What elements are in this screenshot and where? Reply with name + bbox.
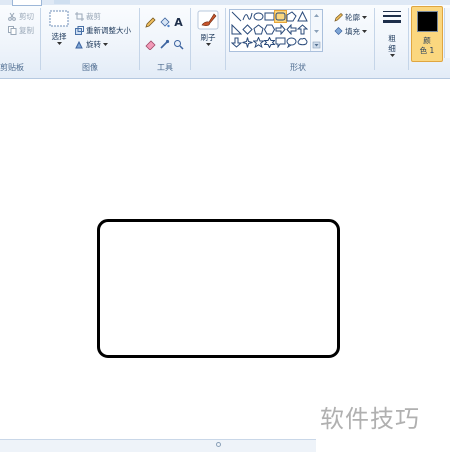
line-width-icon xyxy=(383,11,401,23)
color-picker-icon[interactable] xyxy=(158,38,171,50)
chevron-down-icon xyxy=(56,42,62,45)
text-tool-icon[interactable]: A xyxy=(172,16,185,29)
rounded-rectangle-drawn-shape[interactable] xyxy=(97,219,340,358)
group-divider xyxy=(225,8,226,70)
fill-bucket-icon[interactable] xyxy=(158,16,171,28)
select-button[interactable]: 选择 xyxy=(47,10,71,45)
resize-icon xyxy=(75,26,84,35)
watermark-text: 软件技巧 xyxy=(320,405,420,433)
fill-label: 填充 xyxy=(345,27,360,36)
crop-label: 裁剪 xyxy=(86,12,101,21)
fill-button[interactable]: 填充 xyxy=(334,26,367,37)
diamond-shape-icon[interactable] xyxy=(242,24,253,35)
canvas-bottom-bar xyxy=(0,439,316,452)
rounded-rectangle-shape-icon[interactable] xyxy=(274,10,287,23)
shapes-gallery xyxy=(229,9,323,52)
cut-label: 剪切 xyxy=(19,12,34,21)
five-point-star-shape-icon[interactable] xyxy=(252,36,265,49)
tools-group-label: 工具 xyxy=(157,63,173,72)
size-label-line1: 粗 xyxy=(388,34,396,43)
shapes-group-label: 形状 xyxy=(290,63,306,72)
copy-icon xyxy=(8,26,17,35)
size-button[interactable]: 粗 细 xyxy=(380,10,404,57)
tab-home[interactable] xyxy=(12,0,42,6)
color2-button[interactable] xyxy=(444,8,450,58)
pencil-icon[interactable] xyxy=(144,16,157,28)
eraser-icon[interactable] xyxy=(144,38,157,50)
outline-button[interactable]: 轮廓 xyxy=(334,12,367,23)
oval-shape-icon[interactable] xyxy=(253,11,264,22)
chevron-down-icon xyxy=(205,43,211,46)
magnifier-icon[interactable] xyxy=(172,38,185,50)
right-arrow-shape-icon[interactable] xyxy=(275,23,286,36)
group-divider xyxy=(40,8,41,70)
hexagon-shape-icon[interactable] xyxy=(263,24,276,35)
shapes-scrollbar[interactable] xyxy=(310,10,322,51)
cloud-callout-shape-icon[interactable] xyxy=(297,37,308,48)
resize-handle[interactable] xyxy=(216,442,221,447)
oval-callout-shape-icon[interactable] xyxy=(286,37,297,49)
chevron-down-icon xyxy=(362,16,367,19)
chevron-down-icon xyxy=(362,30,367,33)
resize-label: 重新调整大小 xyxy=(86,26,131,35)
fill-bucket-icon xyxy=(334,27,343,36)
chevron-down-icon xyxy=(103,43,108,46)
brush-icon xyxy=(197,10,219,30)
pentagon-shape-icon[interactable] xyxy=(253,24,264,35)
color1-swatch xyxy=(417,11,438,32)
scroll-arrows-icon xyxy=(312,14,321,49)
right-triangle-shape-icon[interactable] xyxy=(231,23,243,35)
select-icon xyxy=(49,10,69,27)
polygon-shape-icon[interactable] xyxy=(286,11,297,22)
select-label: 选择 xyxy=(51,32,67,41)
image-group-label: 图像 xyxy=(82,63,98,72)
clipboard-group-label: 剪贴板 xyxy=(0,63,24,72)
scissors-icon xyxy=(8,12,17,21)
triangle-shape-icon[interactable] xyxy=(297,10,308,22)
rect-callout-shape-icon[interactable] xyxy=(275,37,286,49)
rotate-button[interactable]: 旋转 xyxy=(75,39,108,50)
six-point-star-shape-icon[interactable] xyxy=(263,36,276,49)
group-divider xyxy=(139,8,140,70)
color1-label-line2: 色 1 xyxy=(419,46,435,55)
color1-button[interactable]: 颜 色 1 xyxy=(411,6,443,62)
outline-label: 轮廓 xyxy=(345,13,360,22)
brushes-label: 刷子 xyxy=(200,33,216,42)
crop-icon xyxy=(75,12,84,21)
tab-view[interactable] xyxy=(54,0,70,4)
curve-shape-icon[interactable] xyxy=(242,11,253,22)
brushes-button[interactable]: 刷子 xyxy=(196,10,220,46)
left-arrow-shape-icon[interactable] xyxy=(286,23,297,36)
ribbon-tab-strip xyxy=(0,0,450,6)
line-shape-icon[interactable] xyxy=(231,11,242,22)
resize-button[interactable]: 重新调整大小 xyxy=(75,25,131,36)
group-divider xyxy=(408,8,409,70)
group-divider xyxy=(374,8,375,70)
ribbon: 剪切 复制 剪贴板 选择 裁剪 重新调整大小 旋转 图像 A 工具 刷子 轮廓 … xyxy=(0,0,450,79)
rotate-icon xyxy=(75,40,84,49)
group-divider xyxy=(190,8,191,70)
four-point-star-shape-icon[interactable] xyxy=(242,37,253,48)
copy-label: 复制 xyxy=(19,26,34,35)
down-arrow-shape-icon[interactable] xyxy=(230,37,243,48)
rotate-label: 旋转 xyxy=(86,40,101,49)
rectangle-shape-icon[interactable] xyxy=(264,11,275,22)
size-label-line2: 细 xyxy=(388,44,396,53)
chevron-down-icon xyxy=(389,54,395,57)
copy-button[interactable]: 复制 xyxy=(8,25,34,36)
up-arrow-shape-icon[interactable] xyxy=(296,24,309,35)
crop-button[interactable]: 裁剪 xyxy=(75,11,101,22)
cut-button[interactable]: 剪切 xyxy=(8,11,34,22)
color1-label-line1: 颜 xyxy=(423,36,431,45)
outline-pen-icon xyxy=(334,13,343,22)
